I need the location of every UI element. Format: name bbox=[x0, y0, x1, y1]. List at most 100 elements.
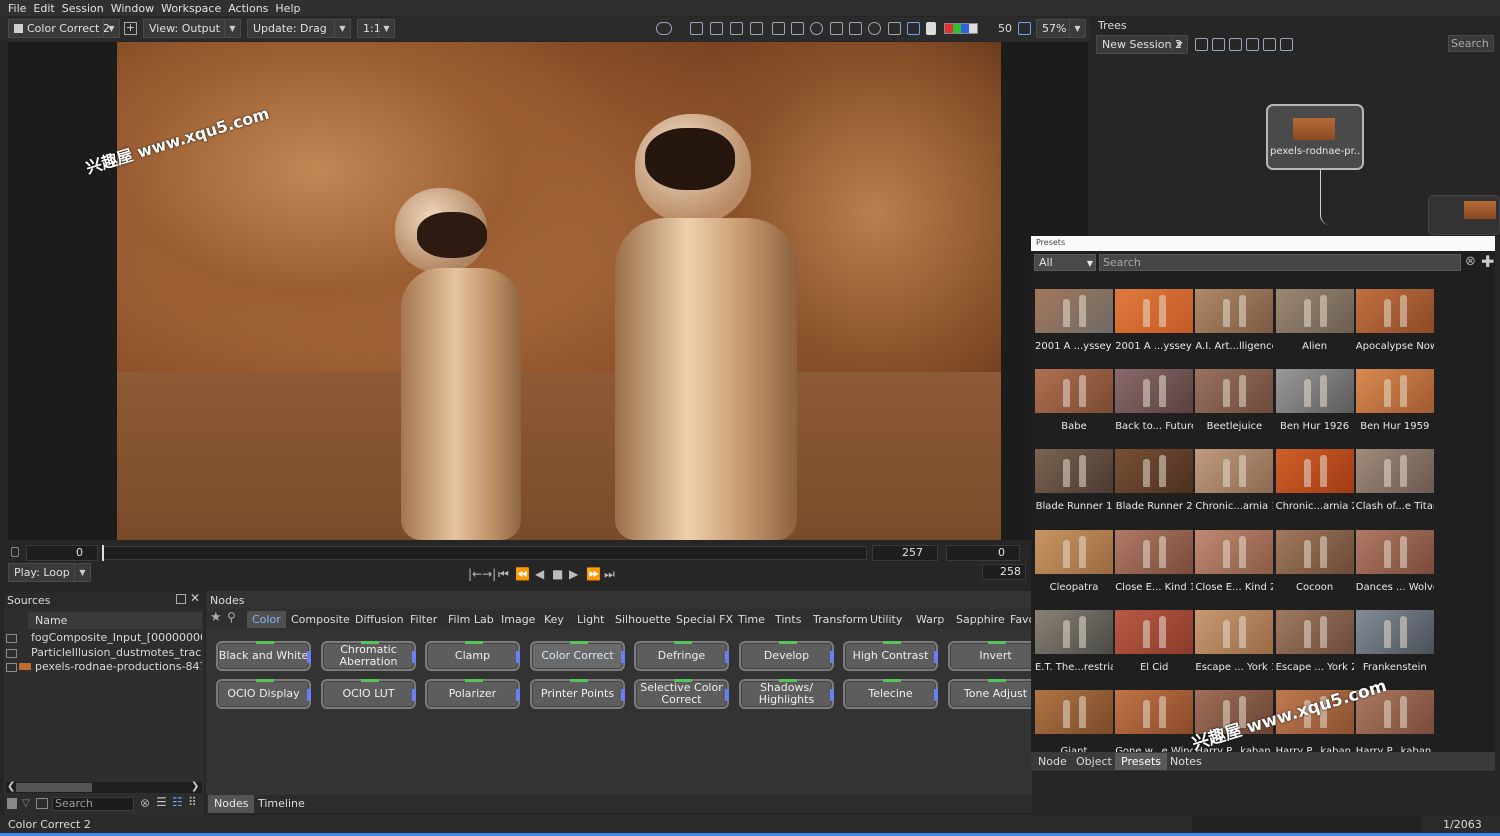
node-select[interactable]: Color Correct 2 ▼ bbox=[8, 19, 120, 38]
tab-color[interactable]: Color bbox=[247, 611, 286, 628]
tab-composite[interactable]: Composite bbox=[286, 611, 355, 628]
zoom-select[interactable]: 57% ▼ bbox=[1036, 19, 1086, 38]
node-tone-adjust[interactable]: Tone Adjust bbox=[948, 679, 1043, 709]
tab-filter[interactable]: Filter bbox=[405, 611, 442, 628]
preset-tile[interactable]: Apocalypse Now bbox=[1355, 289, 1434, 367]
node-chromatic-aberration[interactable]: Chromatic Aberration bbox=[321, 641, 416, 671]
menu-actions[interactable]: Actions bbox=[228, 2, 268, 15]
preset-tile[interactable]: Escape ... York 2 bbox=[1275, 609, 1354, 688]
roi-icon[interactable] bbox=[830, 22, 843, 35]
node-defringe[interactable]: Defringe bbox=[634, 641, 729, 671]
tab-silhouette[interactable]: Silhouette bbox=[610, 611, 676, 628]
tab-image[interactable]: Image bbox=[496, 611, 540, 628]
node-shadows-highlights[interactable]: Shadows/ Highlights bbox=[739, 679, 834, 709]
preset-tile[interactable]: A.I. Art...lligence bbox=[1195, 289, 1274, 367]
current-frame-field[interactable]: 0 bbox=[946, 545, 1020, 561]
toggle-icon[interactable] bbox=[656, 22, 672, 35]
search-icon[interactable]: ⚲ bbox=[227, 610, 236, 624]
tab-notes[interactable]: Notes bbox=[1164, 753, 1208, 770]
overlay-icon[interactable] bbox=[907, 22, 920, 35]
close-icon[interactable]: ✕ bbox=[190, 591, 200, 605]
tab-diffusion[interactable]: Diffusion bbox=[350, 611, 409, 628]
trees-search-input[interactable]: Search bbox=[1448, 35, 1494, 52]
play-icon[interactable]: ▶ bbox=[569, 567, 578, 581]
lightning-icon[interactable] bbox=[1246, 38, 1259, 51]
clear-search-icon[interactable]: ⊗ bbox=[1465, 254, 1476, 269]
length-field[interactable]: 258 bbox=[982, 564, 1026, 580]
node-develop[interactable]: Develop bbox=[739, 641, 834, 671]
folder-icon[interactable] bbox=[7, 798, 17, 809]
node-high-contrast[interactable]: High Contrast bbox=[843, 641, 938, 671]
node-ocio-display[interactable]: OCIO Display bbox=[216, 679, 311, 709]
menu-window[interactable]: Window bbox=[111, 2, 154, 15]
add-view-icon[interactable]: + bbox=[124, 22, 137, 35]
export-icon[interactable] bbox=[1229, 38, 1242, 51]
tab-transform[interactable]: Transform bbox=[808, 611, 873, 628]
monitor-icon[interactable] bbox=[772, 22, 785, 35]
preset-tile[interactable]: Blade Runner 1 bbox=[1035, 449, 1113, 527]
detail-view-icon[interactable]: ☷ bbox=[172, 795, 183, 809]
exposure-value[interactable]: 50 bbox=[986, 20, 1012, 37]
preset-tile[interactable]: Blade Runner 2 bbox=[1115, 449, 1194, 527]
copy-icon[interactable] bbox=[710, 22, 723, 35]
tab-warp[interactable]: Warp bbox=[911, 611, 949, 628]
presets-filter-select[interactable]: All ▼ bbox=[1034, 254, 1096, 271]
hand-icon[interactable] bbox=[888, 22, 901, 35]
tab-time[interactable]: Time bbox=[733, 611, 770, 628]
scroll-thumb[interactable] bbox=[16, 783, 92, 792]
thumb-view-icon[interactable]: ⠿ bbox=[188, 795, 197, 809]
preset-tile[interactable]: Beetlejuice bbox=[1195, 369, 1274, 447]
scroll-right-icon[interactable]: ❯ bbox=[191, 781, 199, 792]
zoom-icon[interactable] bbox=[810, 22, 823, 35]
tab-favorites[interactable]: Favo bbox=[1005, 611, 1031, 628]
camera-icon[interactable] bbox=[690, 22, 703, 35]
tab-sapphire[interactable]: Sapphire bbox=[951, 611, 1010, 628]
checkbox[interactable] bbox=[6, 648, 17, 658]
menu-file[interactable]: File bbox=[8, 2, 26, 15]
wipe-icon[interactable] bbox=[750, 22, 763, 35]
preset-tile[interactable]: Chronic...arnia 1 bbox=[1195, 449, 1274, 527]
tab-tints[interactable]: Tints bbox=[770, 611, 806, 628]
in-out-icon[interactable]: |←→| bbox=[468, 567, 496, 581]
scroll-left-icon[interactable]: ❮ bbox=[7, 781, 15, 792]
view-select[interactable]: View: Output ▼ bbox=[143, 19, 241, 38]
lock-icon[interactable] bbox=[11, 547, 19, 557]
tree-view-icon[interactable] bbox=[1195, 38, 1208, 51]
playhead[interactable] bbox=[102, 545, 104, 561]
play-mode-select[interactable]: Play: Loop ▼ bbox=[8, 563, 91, 582]
save-icon[interactable] bbox=[1280, 38, 1293, 51]
node-black-and-white[interactable]: Black and White bbox=[216, 641, 311, 671]
node-selective-color-correct[interactable]: Selective Color Correct bbox=[634, 679, 729, 709]
target-icon[interactable] bbox=[868, 22, 881, 35]
grid-icon[interactable] bbox=[36, 798, 48, 809]
preset-tile[interactable]: E.T. The...restrial bbox=[1035, 609, 1113, 688]
tab-special-fx[interactable]: Special FX bbox=[671, 611, 738, 628]
stop-icon[interactable]: ■ bbox=[552, 567, 563, 581]
add-preset-icon[interactable]: ✚ bbox=[1481, 252, 1494, 271]
presets-search-input[interactable]: Search bbox=[1099, 254, 1461, 271]
page-icon[interactable] bbox=[926, 22, 936, 35]
end-frame-field[interactable]: 257 bbox=[872, 545, 938, 561]
menu-help[interactable]: Help bbox=[275, 2, 300, 15]
filter-icon[interactable]: ▽ bbox=[22, 798, 30, 809]
preset-tile[interactable]: Alien bbox=[1275, 289, 1354, 367]
tab-film-lab[interactable]: Film Lab bbox=[443, 611, 499, 628]
play-reverse-icon[interactable]: ◀ bbox=[535, 567, 544, 581]
preset-tile[interactable]: Chronic...arnia 2 bbox=[1275, 449, 1354, 527]
node-polarizer[interactable]: Polarizer bbox=[425, 679, 520, 709]
source-row[interactable]: ParticleIllusion_dustmotes_tracked_ bbox=[6, 646, 202, 660]
source-row[interactable]: fogComposite_Input_[00000000-000 bbox=[6, 631, 202, 645]
tab-nodes[interactable]: Nodes bbox=[208, 795, 255, 813]
preset-tile[interactable]: Back to... Future bbox=[1115, 369, 1194, 447]
preset-tile[interactable]: Babe bbox=[1035, 369, 1113, 447]
tree-filter-icon[interactable] bbox=[1212, 38, 1225, 51]
step-forward-icon[interactable]: ⏩ bbox=[586, 567, 601, 581]
fit-width-icon[interactable] bbox=[1018, 22, 1031, 35]
preset-tile[interactable]: Close E... Kind 1 bbox=[1115, 529, 1194, 608]
step-back-icon[interactable]: ⏪ bbox=[515, 567, 530, 581]
preset-tile[interactable]: Ben Hur 1926 bbox=[1275, 369, 1354, 447]
menu-session[interactable]: Session bbox=[62, 2, 104, 15]
node-clamp[interactable]: Clamp bbox=[425, 641, 520, 671]
preset-tile[interactable]: Escape ... York 1 bbox=[1195, 609, 1274, 688]
start-frame-field[interactable]: 0 bbox=[26, 545, 98, 561]
